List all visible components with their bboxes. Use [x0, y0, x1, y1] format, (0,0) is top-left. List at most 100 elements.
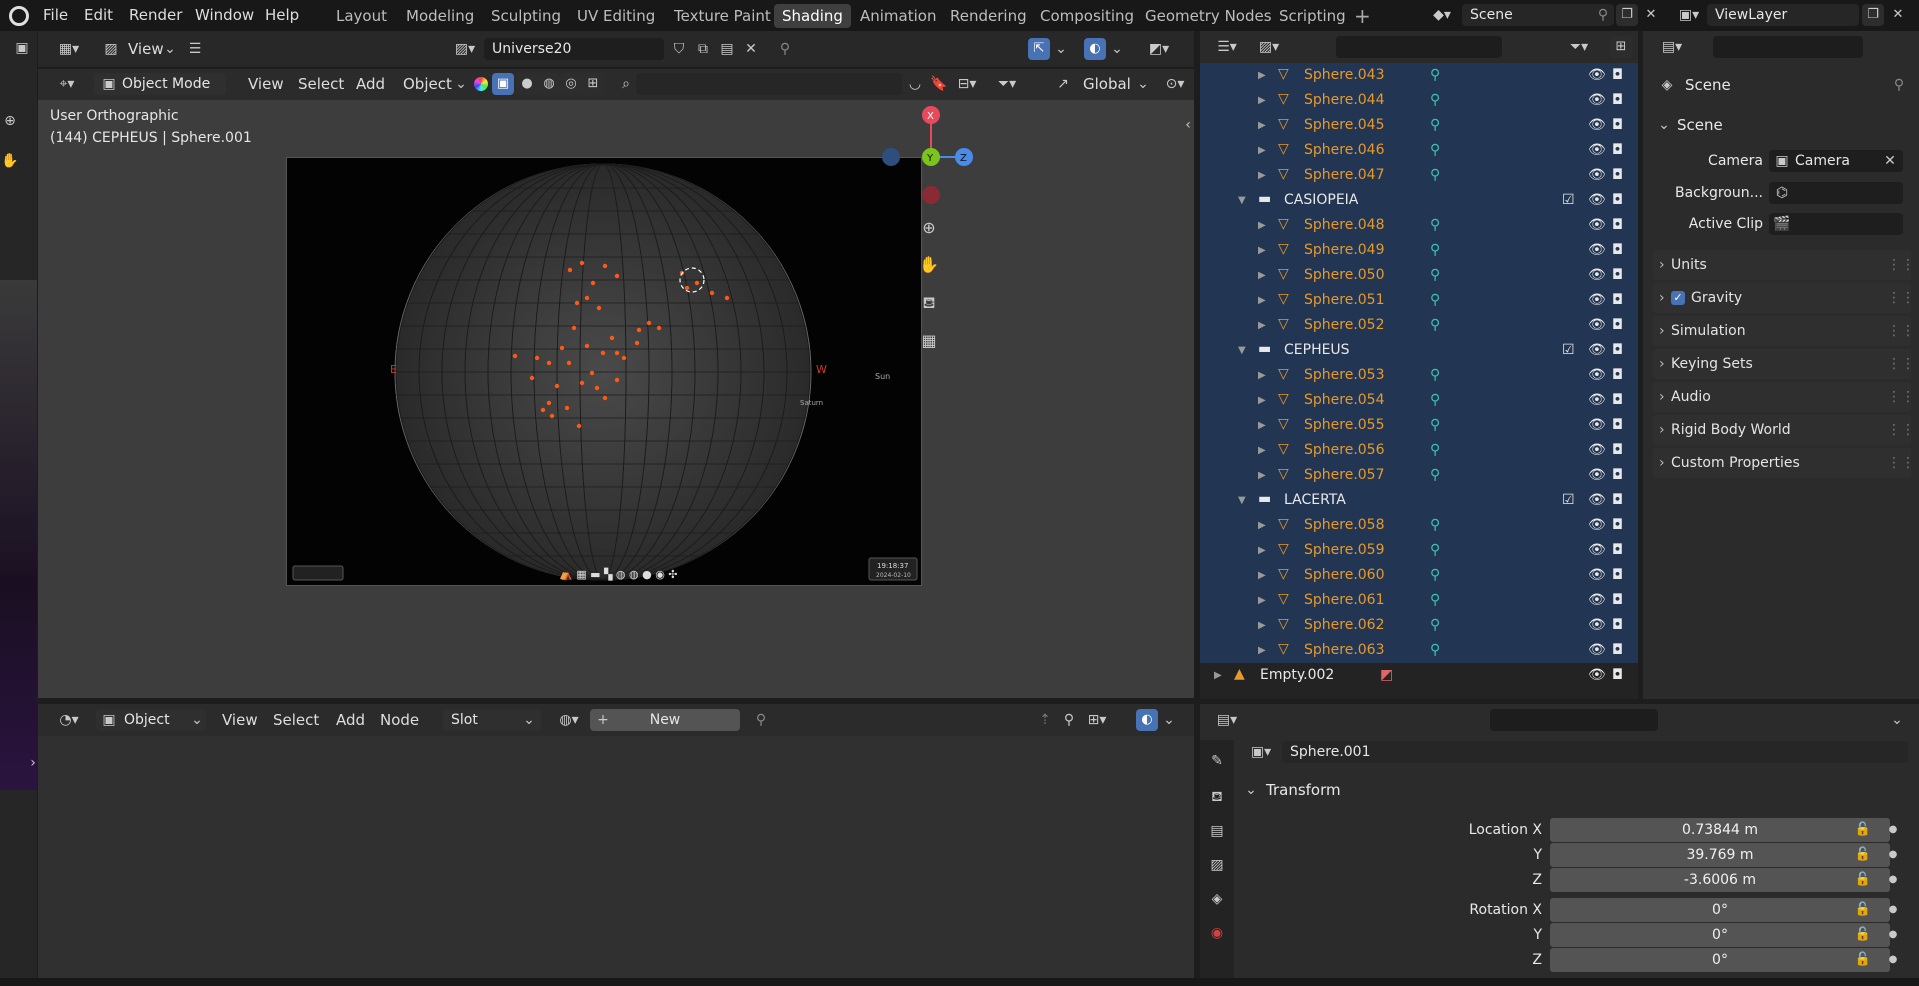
mesh-data-icon[interactable]: ⚲ — [1430, 141, 1440, 160]
unlink-icon[interactable]: ✕ — [740, 38, 762, 60]
view-menu[interactable]: View — [128, 38, 164, 60]
expand-right-icon[interactable]: ▶ — [1258, 595, 1266, 606]
view-layer-tab-icon[interactable]: ▨ — [1206, 854, 1228, 876]
lock-icon[interactable]: 🔓 — [1852, 869, 1874, 891]
chevron-down-icon[interactable]: ⌄ — [1136, 73, 1150, 95]
render-camera-icon[interactable]: ◘ — [1612, 291, 1623, 310]
add-workspace-icon[interactable]: + — [1354, 4, 1371, 28]
expand-down-icon[interactable]: ▼ — [1238, 195, 1246, 206]
orientation-icon[interactable]: ↗ — [1052, 73, 1074, 95]
menu-file[interactable]: File — [43, 4, 68, 26]
outliner-object-row[interactable]: ▶ ▽ Sphere.056 ⚲ 👁 ◘ — [1200, 438, 1638, 463]
empty-data-icon[interactable]: ◩ — [1380, 666, 1393, 685]
lock-icon[interactable]: 🔓 — [1852, 924, 1874, 946]
visibility-eye-icon[interactable]: 👁 — [1588, 591, 1606, 610]
render-camera-icon[interactable]: ◘ — [1612, 316, 1623, 335]
scene-selector-icon[interactable]: ◆▾ — [1428, 4, 1456, 26]
expand-down-icon[interactable]: ▼ — [1238, 495, 1246, 506]
bookmark-icon[interactable]: 🔖 — [928, 73, 950, 95]
panel-keying-sets[interactable]: › Keying Sets ⋮⋮ — [1653, 349, 1915, 379]
fake-user-icon[interactable]: ⛉ — [668, 38, 690, 60]
rotation-x-field[interactable]: 0° — [1550, 898, 1890, 922]
visibility-eye-icon[interactable]: 👁 — [1588, 191, 1606, 210]
render-camera-icon[interactable]: ◘ — [1612, 416, 1623, 435]
outliner-object-row[interactable]: ▶ ▲ Empty.002 ◩ 👁 ◘ — [1200, 663, 1638, 688]
shader-add-menu[interactable]: Add — [336, 709, 365, 731]
mesh-data-icon[interactable]: ⚲ — [1430, 391, 1440, 410]
visibility-eye-icon[interactable]: 👁 — [1588, 241, 1606, 260]
new-scene-icon[interactable]: ❐ — [1616, 4, 1638, 26]
expand-right-icon[interactable]: ▶ — [1258, 620, 1266, 631]
expand-right-icon[interactable]: ▶ — [1258, 170, 1266, 181]
material-browse-icon[interactable]: ◍▾ — [552, 709, 586, 731]
snapping-icon[interactable]: ⊞ — [582, 73, 604, 95]
visibility-eye-icon[interactable]: 👁 — [1588, 66, 1606, 85]
transform-orientation-dropdown[interactable]: Global — [1083, 73, 1131, 95]
chevron-down-icon[interactable]: ⌄ — [1162, 709, 1176, 731]
exclude-checkbox[interactable]: ☑ — [1562, 341, 1575, 360]
render-camera-icon[interactable]: ◘ — [1612, 166, 1623, 185]
overlay-toggle-icon[interactable]: ◐ — [1136, 709, 1158, 731]
visibility-eye-icon[interactable]: 👁 — [1588, 441, 1606, 460]
rotation-y-field[interactable]: 0° — [1550, 923, 1890, 947]
mesh-data-icon[interactable]: ⚲ — [1430, 66, 1440, 85]
shader-editor[interactable] — [38, 704, 1194, 978]
render-camera-icon[interactable]: ◘ — [1612, 641, 1623, 660]
camera-view-icon[interactable]: ⛾ — [916, 292, 942, 318]
visibility-eye-icon[interactable]: 👁 — [1588, 666, 1606, 685]
visibility-eye-icon[interactable]: 👁 — [1588, 466, 1606, 485]
location-z-field[interactable]: -3.6006 m — [1550, 868, 1890, 892]
outliner-collection-row[interactable]: ▼ ▬ CEPHEUS ☑ 👁 ◘ — [1200, 338, 1638, 363]
keyframe-dot-icon[interactable]: ● — [1884, 949, 1902, 971]
visibility-eye-icon[interactable]: 👁 — [1588, 541, 1606, 560]
panel-simulation[interactable]: › Simulation ⋮⋮ — [1653, 316, 1915, 346]
render-camera-icon[interactable]: ◘ — [1612, 216, 1623, 235]
lock-icon[interactable]: 🔓 — [1852, 844, 1874, 866]
render-camera-icon[interactable]: ◘ — [1612, 666, 1623, 685]
viewport-search-field[interactable] — [636, 73, 902, 95]
menu-window[interactable]: Window — [195, 4, 254, 26]
mesh-data-icon[interactable]: ⚲ — [1430, 416, 1440, 435]
proportional-icon[interactable]: ◡ — [904, 73, 926, 95]
mesh-data-icon[interactable]: ⚲ — [1430, 441, 1440, 460]
outliner-object-row[interactable]: ▶ ▽ Sphere.063 ⚲ 👁 ◘ — [1200, 638, 1638, 663]
mesh-data-icon[interactable]: ⚲ — [1430, 466, 1440, 485]
pin-icon[interactable]: ⚲ — [1592, 4, 1614, 26]
panel-gravity[interactable]: › ✓ Gravity ⋮⋮ — [1653, 283, 1915, 313]
shader-node-menu[interactable]: Node — [380, 709, 419, 731]
tab-sculpting[interactable]: Sculpting — [483, 4, 569, 28]
panel-audio[interactable]: › Audio ⋮⋮ — [1653, 382, 1915, 412]
solid-shading-icon[interactable]: ● — [516, 73, 538, 95]
menu-help[interactable]: Help — [265, 4, 299, 26]
expand-right-icon[interactable]: ▶ — [1258, 645, 1266, 656]
viewport-view-menu[interactable]: View — [248, 73, 284, 95]
world-tab-icon[interactable]: ◉ — [1206, 922, 1228, 944]
expand-right-icon[interactable]: ▶ — [1258, 120, 1266, 131]
outliner-object-row[interactable]: ▶ ▽ Sphere.044 ⚲ 👁 ◘ — [1200, 88, 1638, 113]
image-mode-icon[interactable]: ▨ — [100, 38, 122, 60]
keyframe-dot-icon[interactable]: ● — [1884, 869, 1902, 891]
outliner-object-row[interactable]: ▶ ▽ Sphere.057 ⚲ 👁 ◘ — [1200, 463, 1638, 488]
object-type-icon[interactable]: ▣▾ — [1246, 741, 1276, 763]
mesh-data-icon[interactable]: ⚲ — [1430, 366, 1440, 385]
render-camera-icon[interactable]: ◘ — [1612, 266, 1623, 285]
editor-type-icon[interactable]: ▣ — [12, 37, 32, 59]
image-browse-icon[interactable]: ▨▾ — [448, 38, 482, 60]
tab-modeling[interactable]: Modeling — [398, 4, 482, 28]
filter-icon[interactable]: ⏷▾ — [1564, 36, 1594, 58]
tab-animation[interactable]: Animation — [852, 4, 944, 28]
tab-texture-paint[interactable]: Texture Paint — [666, 4, 779, 28]
visibility-eye-icon[interactable]: 👁 — [1588, 166, 1606, 185]
keyframe-dot-icon[interactable]: ● — [1884, 924, 1902, 946]
hand-icon[interactable]: ✋ — [0, 150, 20, 172]
render-camera-icon[interactable]: ◘ — [1612, 366, 1623, 385]
visibility-eye-icon[interactable]: 👁 — [1588, 391, 1606, 410]
outliner-object-row[interactable]: ▶ ▽ Sphere.052 ⚲ 👁 ◘ — [1200, 313, 1638, 338]
outliner-collection-row[interactable]: ▼ ▬ LACERTA ☑ 👁 ◘ — [1200, 488, 1638, 513]
view-layer-field[interactable]: ViewLayer — [1707, 4, 1859, 26]
visibility-eye-icon[interactable]: 👁 — [1588, 341, 1606, 360]
tab-compositing[interactable]: Compositing — [1032, 4, 1142, 28]
render-camera-icon[interactable]: ◘ — [1612, 516, 1623, 535]
mesh-data-icon[interactable]: ⚲ — [1430, 266, 1440, 285]
exclude-checkbox[interactable]: ☑ — [1562, 491, 1575, 510]
